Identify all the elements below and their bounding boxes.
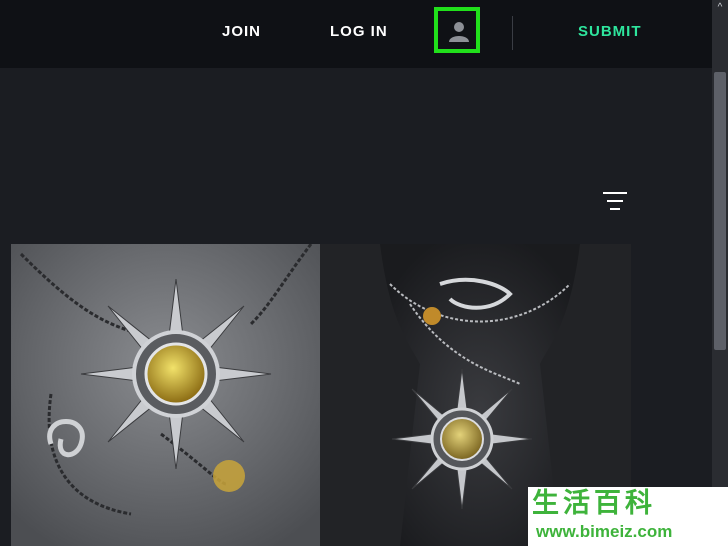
top-navigation-bar: JOIN LOG IN SUBMIT	[0, 0, 728, 68]
sun-pendant-necklace-photo	[11, 244, 320, 546]
scroll-thumb[interactable]	[714, 72, 726, 350]
user-icon	[449, 22, 469, 42]
vertical-scrollbar[interactable]: ^	[712, 0, 728, 546]
profile-button[interactable]	[434, 7, 480, 53]
watermark-logo: 生活百科 www.bimeiz.com	[528, 487, 728, 546]
login-link[interactable]: LOG IN	[330, 22, 388, 42]
watermark-url: www.bimeiz.com	[536, 522, 673, 541]
filter-menu-icon[interactable]	[603, 191, 627, 211]
watermark-chars: 生活百科	[532, 488, 656, 519]
submit-link[interactable]: SUBMIT	[578, 22, 642, 42]
scroll-up-arrow-icon[interactable]: ^	[712, 0, 728, 16]
join-link[interactable]: JOIN	[222, 22, 261, 42]
gallery-image-necklace[interactable]	[11, 244, 320, 546]
nav-divider	[512, 16, 513, 50]
